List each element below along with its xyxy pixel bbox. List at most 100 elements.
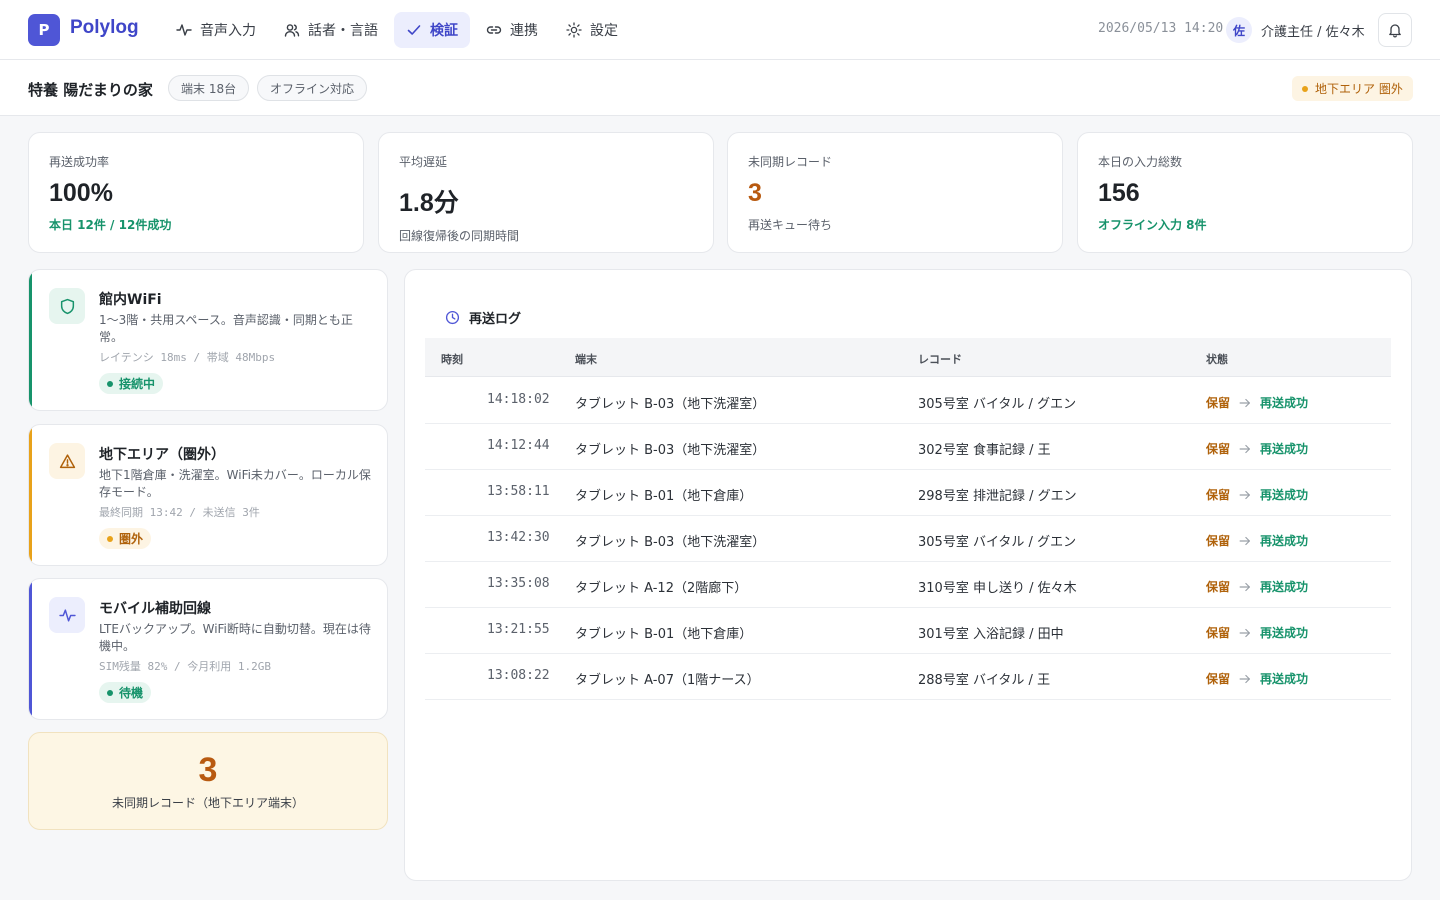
status-from: 保留 xyxy=(1206,396,1231,410)
network-description: LTEバックアップ。WiFi断時に自動切替。現在は待機中。 xyxy=(99,622,371,653)
users-icon xyxy=(284,24,300,37)
arrow-right-icon xyxy=(1239,536,1251,545)
row-record: 305号室 バイタル / グエン xyxy=(918,535,1077,550)
bell-icon xyxy=(1389,24,1401,38)
network-meta: レイテンシ 18ms / 帯域 48Mbps xyxy=(99,351,276,364)
row-time: 14:12:44 xyxy=(487,438,550,453)
status-stripe xyxy=(29,270,32,410)
nav-item-integration[interactable]: 連携 xyxy=(474,12,550,48)
stat-card-total-inputs: 本日の入力総数 156 オフライン入力 8件 xyxy=(1077,132,1413,253)
row-status: 保留 再送成功 xyxy=(1206,624,1308,641)
network-card-wifi[interactable]: 館内WiFi 1〜3階・共用スペース。音声認識・同期とも正常。 レイテンシ 18… xyxy=(28,269,388,411)
facility-name: 特養 陽だまりの家 xyxy=(28,81,153,99)
stat-label: 未同期レコード xyxy=(748,155,833,169)
nav-item-voice-input[interactable]: 音声入力 xyxy=(164,12,268,48)
unsynced-caption: 未同期レコード（地下エリア端末） xyxy=(111,796,304,810)
column-header-time[interactable]: 時刻 xyxy=(441,351,463,367)
column-header-record[interactable]: レコード xyxy=(918,351,962,367)
row-time: 13:21:55 xyxy=(487,622,550,637)
network-description: 1〜3階・共用スペース。音声認識・同期とも正常。 xyxy=(99,313,353,344)
offline-chip: オフライン対応 xyxy=(257,75,368,101)
nav-item-verify[interactable]: 検証 xyxy=(394,12,470,48)
row-status: 保留 再送成功 xyxy=(1206,670,1308,687)
row-terminal: タブレット A-12（2階廊下） xyxy=(575,581,748,596)
row-time: 13:35:08 xyxy=(487,576,550,591)
nav-item-speakers[interactable]: 話者・言語 xyxy=(272,12,390,48)
row-terminal: タブレット B-03（地下洗濯室） xyxy=(575,397,766,412)
stat-label: 平均遅延 xyxy=(399,155,448,169)
network-icon-box xyxy=(49,597,85,633)
status-dot xyxy=(107,689,113,696)
arrow-right-icon xyxy=(1239,398,1251,407)
network-icon-box xyxy=(49,443,85,479)
row-terminal: タブレット B-01（地下倉庫） xyxy=(575,627,753,642)
facility-bar: 特養 陽だまりの家 端末 18台 オフライン対応 地下エリア 圏外 xyxy=(0,60,1440,116)
stat-value: 156 xyxy=(1098,179,1140,207)
app-name[interactable]: Polylog xyxy=(70,17,139,39)
row-terminal: タブレット B-03（地下洗濯室） xyxy=(575,443,766,458)
status-to: 再送成功 xyxy=(1260,580,1309,594)
status-to: 再送成功 xyxy=(1260,534,1309,548)
network-meta: 最終同期 13:42 / 未送信 3件 xyxy=(99,506,260,519)
area-alert-badge[interactable]: 地下エリア 圏外 xyxy=(1292,76,1413,101)
table-header: 時刻 端末 レコード 状態 xyxy=(425,338,1391,377)
row-status: 保留 再送成功 xyxy=(1206,440,1308,457)
log-header: 再送ログ xyxy=(445,308,521,327)
table-row[interactable]: 13:58:11 タブレット B-01（地下倉庫） 298号室 排泄記録 / グエン… xyxy=(425,470,1391,516)
app-logo[interactable]: P xyxy=(28,14,60,46)
warning-icon xyxy=(59,453,75,468)
main-nav: 音声入力 話者・言語 検証 連携 設定 xyxy=(164,12,630,48)
row-terminal: タブレット B-03（地下洗濯室） xyxy=(575,535,766,550)
clock-icon xyxy=(445,310,460,325)
row-record: 302号室 食事記録 / 王 xyxy=(918,443,1051,458)
avatar[interactable]: 佐 xyxy=(1226,17,1252,43)
arrow-right-icon xyxy=(1239,628,1251,637)
column-header-terminal[interactable]: 端末 xyxy=(575,351,597,367)
notifications-button[interactable] xyxy=(1378,13,1412,47)
nav-label: 検証 xyxy=(430,23,458,39)
network-card-mobile[interactable]: モバイル補助回線 LTEバックアップ。WiFi断時に自動切替。現在は待機中。 S… xyxy=(28,578,388,720)
status-badge: 待機 xyxy=(99,682,152,703)
check-icon xyxy=(407,25,421,35)
status-badge: 接続中 xyxy=(99,373,164,394)
stat-label: 本日の入力総数 xyxy=(1098,155,1183,169)
status-to: 再送成功 xyxy=(1260,396,1309,410)
table-row[interactable]: 13:42:30 タブレット B-03（地下洗濯室） 305号室 バイタル / グエ… xyxy=(425,516,1391,562)
row-status: 保留 再送成功 xyxy=(1206,394,1308,411)
row-terminal: タブレット B-01（地下倉庫） xyxy=(575,489,753,504)
unsynced-summary-card: 3 未同期レコード（地下エリア端末） xyxy=(28,732,388,830)
arrow-right-icon xyxy=(1239,582,1251,591)
row-record: 305号室 バイタル / グエン xyxy=(918,397,1077,412)
row-time: 13:42:30 xyxy=(487,530,550,545)
table-row[interactable]: 14:12:44 タブレット B-03（地下洗濯室） 302号室 食事記録 / 王 保… xyxy=(425,424,1391,470)
status-from: 保留 xyxy=(1206,488,1231,502)
row-status: 保留 再送成功 xyxy=(1206,486,1308,503)
column-header-status[interactable]: 状態 xyxy=(1206,351,1228,367)
row-record: 301号室 入浴記録 / 田中 xyxy=(918,627,1064,642)
network-meta: SIM残量 82% / 今月利用 1.2GB xyxy=(99,660,271,673)
status-stripe xyxy=(29,579,32,719)
network-card-basement[interactable]: 地下エリア（圏外） 地下1階倉庫・洗濯室。WiFi未カバー。ローカル保存モード。… xyxy=(28,424,388,566)
status-badge-label: 接続中 xyxy=(119,377,156,391)
stat-sub: 本日 12件 / 12件成功 xyxy=(49,218,172,232)
current-datetime: 2026/05/13 14:20 xyxy=(1098,21,1224,36)
table-row[interactable]: 13:35:08 タブレット A-12（2階廊下） 310号室 申し送り / 佐々木… xyxy=(425,562,1391,608)
network-icon-box xyxy=(49,288,85,324)
network-description: 地下1階倉庫・洗濯室。WiFi未カバー。ローカル保存モード。 xyxy=(99,468,371,499)
nav-item-settings[interactable]: 設定 xyxy=(554,12,630,48)
stat-value: 100% xyxy=(49,179,113,207)
status-from: 保留 xyxy=(1206,534,1231,548)
pulse-icon xyxy=(58,608,76,622)
shield-icon xyxy=(60,298,74,314)
network-title: モバイル補助回線 xyxy=(99,601,211,617)
table-row[interactable]: 14:18:02 タブレット B-03（地下洗濯室） 305号室 バイタル / グエ… xyxy=(425,378,1391,424)
row-time: 13:58:11 xyxy=(487,484,550,499)
resend-log-panel: 再送ログ 時刻 端末 レコード 状態 14:18:02 タブレット B-03（地下… xyxy=(404,269,1412,881)
row-time: 13:08:22 xyxy=(487,668,550,683)
table-row[interactable]: 13:08:22 タブレット A-07（1階ナース） 288号室 バイタル / 王 保… xyxy=(425,654,1391,700)
status-to: 再送成功 xyxy=(1260,672,1309,686)
stat-card-avg-latency: 平均遅延 1.8分 回線復帰後の同期時間 xyxy=(378,132,714,253)
row-status: 保留 再送成功 xyxy=(1206,532,1308,549)
user-name[interactable]: 介護主任 / 佐々木 xyxy=(1261,21,1365,40)
table-row[interactable]: 13:21:55 タブレット B-01（地下倉庫） 301号室 入浴記録 / 田中 保… xyxy=(425,608,1391,654)
